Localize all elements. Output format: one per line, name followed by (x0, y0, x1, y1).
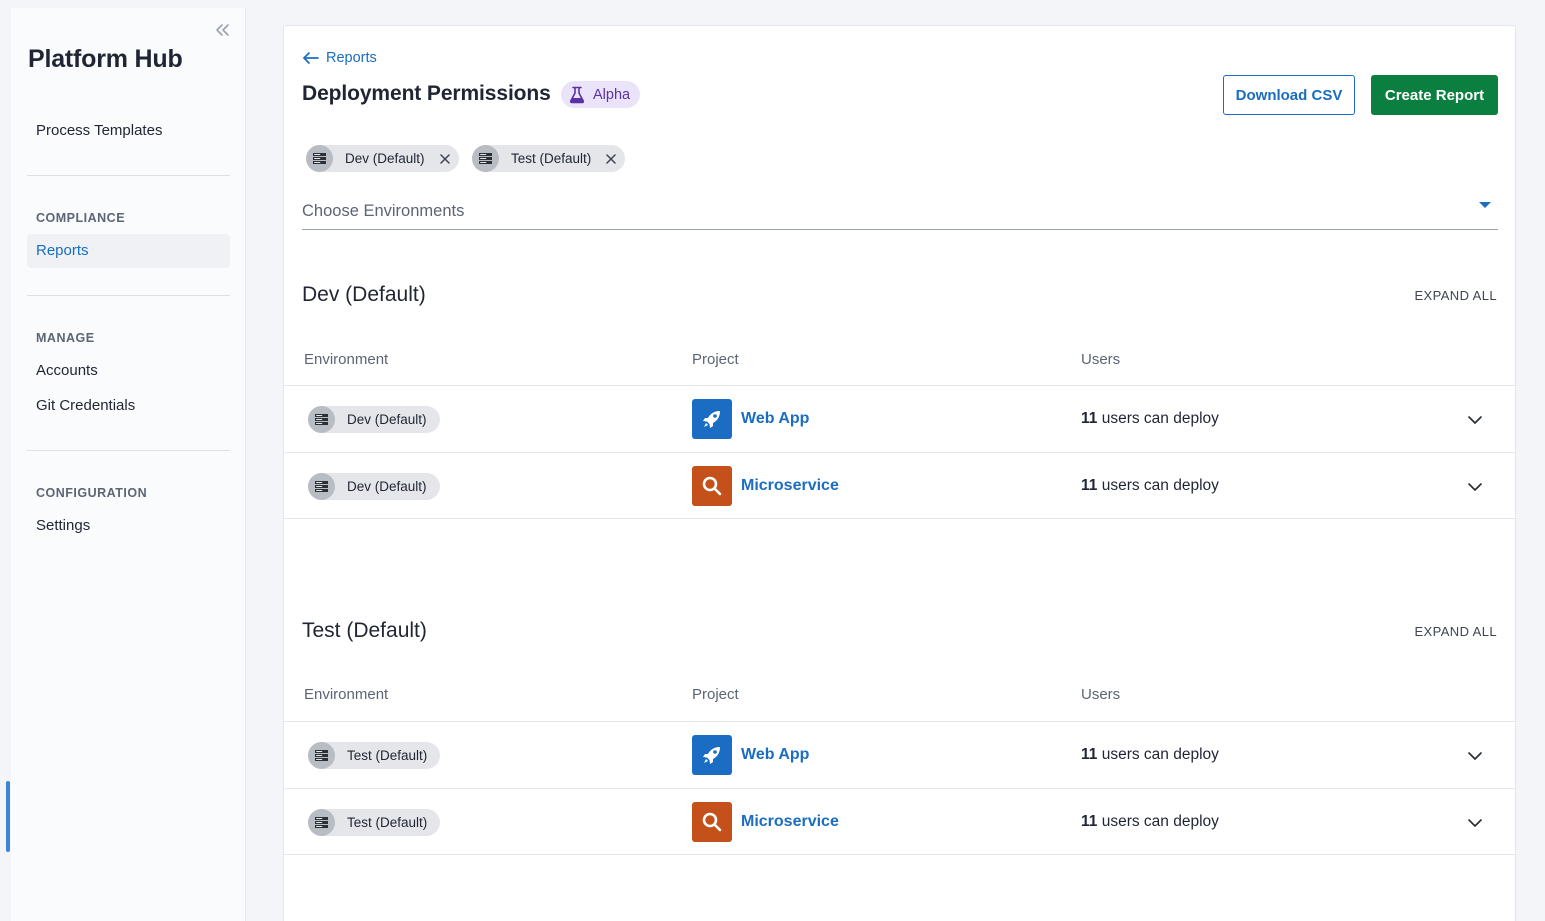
environment-chip: Test (Default) (308, 809, 441, 836)
search-icon (692, 466, 732, 506)
create-report-button[interactable]: Create Report (1371, 75, 1498, 115)
user-text: users can deploy (1101, 477, 1219, 494)
users-summary: 11 users can deploy (1081, 813, 1219, 831)
sidebar-item-reports[interactable]: Reports (27, 234, 230, 268)
users-summary: 11 users can deploy (1081, 410, 1219, 428)
section-title: Test (Default) (302, 619, 427, 642)
expand-all-button[interactable]: EXPAND ALL (1414, 288, 1497, 303)
chevron-down-icon[interactable] (1466, 478, 1484, 496)
chip-label: Dev (Default) (345, 151, 425, 166)
server-icon (472, 145, 499, 172)
table-row[interactable]: Test (Default) Web App 11 users can depl… (284, 721, 1515, 788)
project-link[interactable]: Web App (692, 399, 809, 439)
sidebar-heading-configuration: CONFIGURATION (36, 486, 148, 500)
chip-label: Test (Default) (347, 815, 428, 830)
section-title: Dev (Default) (302, 283, 426, 306)
sidebar-divider (27, 175, 230, 176)
env-filter-chip: Dev (Default) (306, 145, 459, 172)
table-row[interactable]: Dev (Default) Web App 11 users can deplo… (284, 385, 1515, 452)
download-csv-button[interactable]: Download CSV (1223, 75, 1355, 115)
user-text: users can deploy (1101, 410, 1219, 427)
server-icon (308, 809, 335, 836)
environment-select-placeholder: Choose Environments (302, 202, 465, 220)
sidebar-heading-compliance: COMPLIANCE (36, 211, 126, 225)
badge-label: Alpha (593, 86, 631, 103)
chip-label: Dev (Default) (347, 412, 427, 427)
server-icon (306, 145, 333, 172)
sidebar-heading-manage: MANAGE (36, 331, 95, 345)
close-icon[interactable] (439, 153, 451, 165)
project-link[interactable]: Web App (692, 735, 809, 775)
collapse-sidebar-icon[interactable] (213, 21, 231, 39)
project-name: Web App (741, 410, 810, 427)
column-header-users: Users (1081, 351, 1121, 368)
sidebar-divider (27, 295, 230, 296)
chip-label: Dev (Default) (347, 479, 427, 494)
scrollbar-thumb[interactable] (6, 781, 10, 852)
column-header-project: Project (692, 351, 739, 368)
back-link[interactable]: Reports (302, 50, 377, 66)
page-title: Deployment Permissions (302, 82, 551, 105)
column-header-environment: Environment (304, 351, 389, 368)
rocket-icon (692, 735, 732, 775)
project-link[interactable]: Microservice (692, 802, 839, 842)
caret-down-icon (1478, 198, 1492, 212)
user-text: users can deploy (1101, 746, 1219, 763)
back-link-label: Reports (326, 50, 377, 66)
users-summary: 11 users can deploy (1081, 746, 1219, 764)
server-icon (308, 742, 335, 769)
rocket-icon (692, 399, 732, 439)
sidebar-item-process-templates[interactable]: Process Templates (27, 114, 230, 148)
app-brand: Platform Hub (28, 45, 183, 73)
server-icon (308, 406, 335, 433)
sidebar-item-git-credentials[interactable]: Git Credentials (27, 389, 230, 423)
arrow-left-icon (303, 52, 319, 64)
flask-icon (569, 86, 585, 103)
chevron-down-icon[interactable] (1466, 747, 1484, 765)
chevron-down-icon[interactable] (1466, 411, 1484, 429)
column-header-project: Project (692, 686, 739, 703)
user-count: 11 (1081, 410, 1098, 427)
sidebar-item-settings[interactable]: Settings (27, 509, 230, 543)
user-count: 11 (1081, 477, 1098, 494)
search-icon (692, 802, 732, 842)
environment-chip: Dev (Default) (308, 406, 440, 433)
table-row[interactable]: Dev (Default) Microservice 11 users can … (284, 452, 1515, 519)
chevron-down-icon[interactable] (1466, 814, 1484, 832)
column-header-users: Users (1081, 686, 1121, 703)
users-summary: 11 users can deploy (1081, 477, 1219, 495)
table-row[interactable]: Test (Default) Microservice 11 users can… (284, 788, 1515, 855)
project-name: Microservice (741, 813, 839, 830)
environment-chip: Test (Default) (308, 742, 441, 769)
chip-label: Test (Default) (347, 748, 428, 763)
sidebar-divider (27, 450, 230, 451)
sidebar-item-accounts[interactable]: Accounts (27, 354, 230, 388)
environment-select[interactable]: Choose Environments (302, 194, 1498, 230)
user-count: 11 (1081, 746, 1098, 763)
server-icon (308, 473, 335, 500)
user-text: users can deploy (1101, 813, 1219, 830)
environment-chip: Dev (Default) (308, 473, 440, 500)
expand-all-button[interactable]: EXPAND ALL (1414, 624, 1497, 639)
report-card: Reports Deployment Permissions Alpha Dow… (283, 25, 1516, 921)
alpha-badge: Alpha (561, 81, 641, 108)
project-link[interactable]: Microservice (692, 466, 839, 506)
sidebar: Platform Hub Process Templates COMPLIANC… (11, 8, 246, 921)
chip-label: Test (Default) (511, 151, 592, 166)
user-count: 11 (1081, 813, 1098, 830)
project-name: Web App (741, 746, 810, 763)
env-filter-chip: Test (Default) (472, 145, 626, 172)
close-icon[interactable] (605, 153, 617, 165)
project-name: Microservice (741, 477, 839, 494)
column-header-environment: Environment (304, 686, 389, 703)
